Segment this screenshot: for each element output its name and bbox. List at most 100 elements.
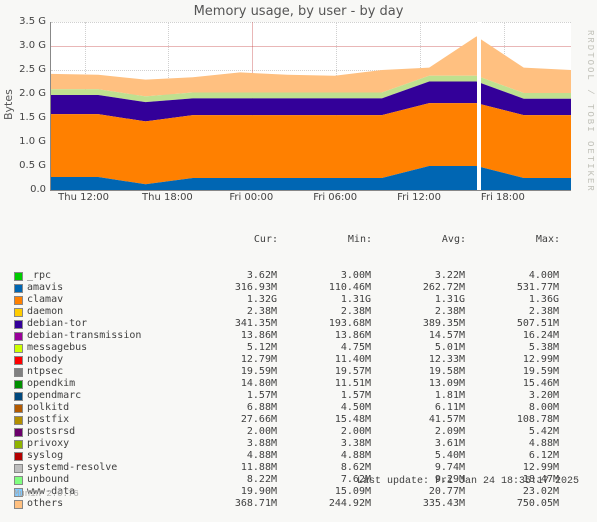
legend-cur: 368.71M	[183, 498, 277, 510]
legend-row: debian-tor341.35M193.68M389.35M507.51M	[14, 318, 560, 330]
legend-name: opendkim	[27, 378, 183, 390]
legend-avg: 19.58M	[371, 366, 465, 378]
legend-swatch	[14, 308, 23, 317]
legend-row: opendkim14.80M11.51M13.09M15.46M	[14, 378, 560, 390]
legend-min: 11.40M	[277, 354, 371, 366]
legend-swatch	[14, 416, 23, 425]
legend-avg: 41.57M	[371, 414, 465, 426]
legend-name: _rpc	[27, 270, 183, 282]
legend-min: 11.51M	[277, 378, 371, 390]
legend-row: messagebus5.12M4.75M5.01M5.38M	[14, 342, 560, 354]
legend-max: 15.46M	[465, 378, 559, 390]
legend-name: amavis	[27, 282, 183, 294]
rrdtool-credit: RRDTOOL / TOBI OETIKER	[585, 30, 595, 193]
legend-swatch	[14, 392, 23, 401]
legend-col-min: Min:	[278, 234, 372, 246]
legend-cur: 8.22M	[183, 474, 277, 486]
legend-min: 3.38M	[277, 438, 371, 450]
legend-max: 3.20M	[465, 390, 559, 402]
legend-name: ntpsec	[27, 366, 183, 378]
legend-swatch	[14, 428, 23, 437]
legend-name: privoxy	[27, 438, 183, 450]
y-tick: 0.0	[14, 184, 46, 195]
chart-title: Memory usage, by user - by day	[0, 0, 597, 19]
legend-avg: 20.77M	[371, 486, 465, 498]
legend-min: 13.86M	[277, 330, 371, 342]
legend-avg: 6.11M	[371, 402, 465, 414]
legend-max: 2.38M	[465, 306, 559, 318]
legend-avg: 262.72M	[371, 282, 465, 294]
legend-row: nobody12.79M11.40M12.33M12.99M	[14, 354, 560, 366]
legend-cur: 13.86M	[183, 330, 277, 342]
x-tick: Fri 18:00	[481, 192, 525, 203]
legend-max: 4.00M	[465, 270, 559, 282]
legend-cur: 6.88M	[183, 402, 277, 414]
legend-swatch	[14, 296, 23, 305]
legend-row: www-data19.90M15.09M20.77M23.02M	[14, 486, 560, 498]
legend-header: Cur: Min: Avg: Max:	[14, 234, 560, 246]
legend-row: postfix27.66M15.48M41.57M108.78M	[14, 414, 560, 426]
legend-min: 1.57M	[277, 390, 371, 402]
legend-row: debian-transmission13.86M13.86M14.57M16.…	[14, 330, 560, 342]
legend-avg: 389.35M	[371, 318, 465, 330]
legend-name: messagebus	[27, 342, 183, 354]
legend-name: systemd-resolve	[27, 462, 183, 474]
legend-swatch	[14, 464, 23, 473]
legend-row: polkitd6.88M4.50M6.11M8.00M	[14, 402, 560, 414]
x-tick: Thu 18:00	[142, 192, 193, 203]
legend-min: 15.48M	[277, 414, 371, 426]
legend-cur: 2.00M	[183, 426, 277, 438]
legend-row: systemd-resolve11.88M8.62M9.74M12.99M	[14, 462, 560, 474]
x-tick: Fri 00:00	[229, 192, 273, 203]
legend-cur: 14.80M	[183, 378, 277, 390]
legend-swatch	[14, 356, 23, 365]
legend-swatch	[14, 452, 23, 461]
legend-name: postsrsd	[27, 426, 183, 438]
legend-max: 108.78M	[465, 414, 559, 426]
legend-max: 4.88M	[465, 438, 559, 450]
legend-avg: 1.81M	[371, 390, 465, 402]
legend-name: syslog	[27, 450, 183, 462]
legend-min: 4.75M	[277, 342, 371, 354]
legend-max: 12.99M	[465, 354, 559, 366]
legend-cur: 1.57M	[183, 390, 277, 402]
legend-row: opendmarc1.57M1.57M1.81M3.20M	[14, 390, 560, 402]
legend-cur: 19.90M	[183, 486, 277, 498]
legend-max: 19.59M	[465, 366, 559, 378]
x-tick: Fri 12:00	[397, 192, 441, 203]
legend-avg: 2.09M	[371, 426, 465, 438]
legend-swatch	[14, 500, 23, 509]
x-tick: Thu 12:00	[58, 192, 109, 203]
legend-name: daemon	[27, 306, 183, 318]
legend-row: privoxy3.88M3.38M3.61M4.88M	[14, 438, 560, 450]
legend-swatch	[14, 272, 23, 281]
legend-cur: 19.59M	[183, 366, 277, 378]
y-tick: 3.5 G	[14, 16, 46, 27]
legend-row: clamav1.32G1.31G1.31G1.36G	[14, 294, 560, 306]
legend-name: postfix	[27, 414, 183, 426]
legend-col-avg: Avg:	[372, 234, 466, 246]
legend-swatch	[14, 404, 23, 413]
legend-min: 244.92M	[277, 498, 371, 510]
legend-cur: 4.88M	[183, 450, 277, 462]
data-gap	[477, 22, 481, 190]
legend-swatch	[14, 440, 23, 449]
x-tick: Fri 06:00	[313, 192, 357, 203]
legend-avg: 335.43M	[371, 498, 465, 510]
legend-avg: 5.40M	[371, 450, 465, 462]
legend-name: opendmarc	[27, 390, 183, 402]
legend-cur: 12.79M	[183, 354, 277, 366]
legend-swatch	[14, 380, 23, 389]
legend-avg: 1.31G	[371, 294, 465, 306]
legend-max: 23.02M	[465, 486, 559, 498]
legend-row: amavis316.93M110.46M262.72M531.77M	[14, 282, 560, 294]
legend-swatch	[14, 332, 23, 341]
y-tick: 1.5 G	[14, 112, 46, 123]
legend-avg: 13.09M	[371, 378, 465, 390]
legend-name: debian-transmission	[27, 330, 183, 342]
y-tick: 1.0 G	[14, 136, 46, 147]
legend-max: 5.42M	[465, 426, 559, 438]
legend-name: polkitd	[27, 402, 183, 414]
legend-swatch	[14, 368, 23, 377]
legend-max: 507.51M	[465, 318, 559, 330]
